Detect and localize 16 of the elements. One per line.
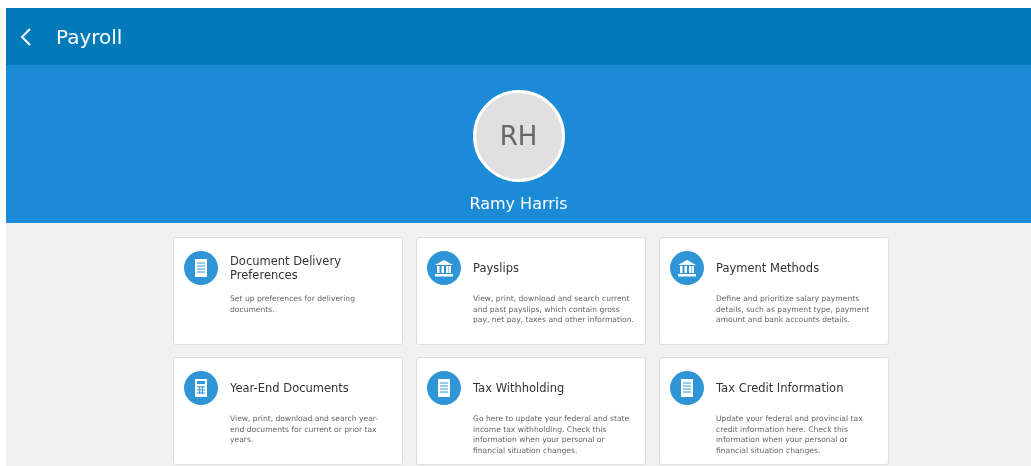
back-icon (20, 26, 32, 47)
card-title: Payment Methods (716, 260, 820, 276)
card-title: Year-End Documents (230, 380, 349, 396)
calculator-icon (184, 371, 218, 405)
document-icon (184, 251, 218, 285)
card-title: Tax Withholding (473, 380, 565, 396)
document-icon (670, 371, 704, 405)
page-title: Payroll (56, 24, 123, 49)
bank-icon (670, 251, 704, 285)
bank-icon (427, 251, 461, 285)
card-title: Document Delivery Preferences (230, 253, 342, 283)
card-title: Tax Credit Information (716, 380, 844, 396)
card-title: Payslips (473, 260, 519, 276)
user-name: Ramy Harris (469, 194, 568, 213)
document-icon (427, 371, 461, 405)
avatar: RH (472, 90, 565, 182)
